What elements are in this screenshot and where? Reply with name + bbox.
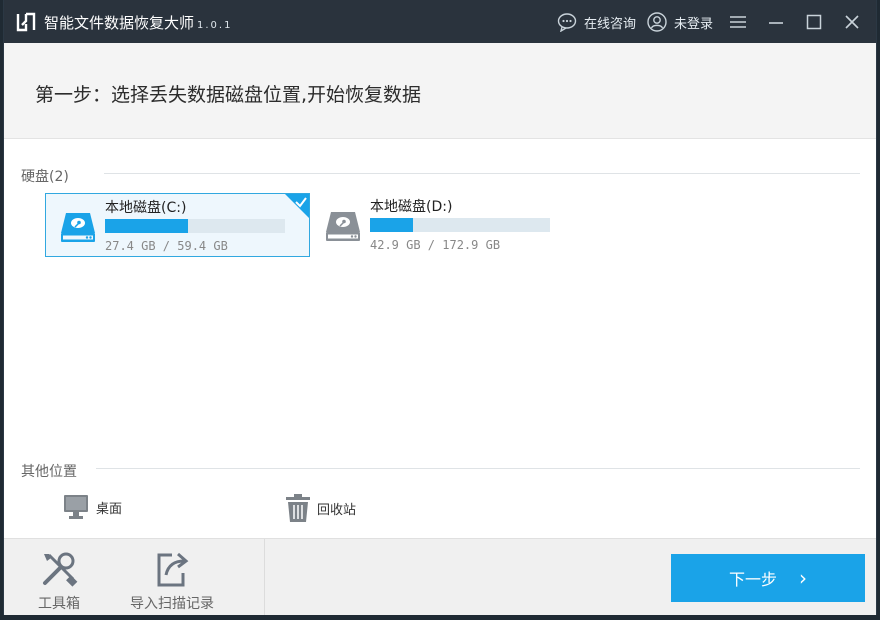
disk-section-label: 硬盘(2) — [21, 169, 69, 185]
chat-icon — [557, 13, 577, 32]
disk-section-divider — [104, 173, 860, 174]
trash-icon — [286, 494, 310, 522]
toolbox-button[interactable]: 工具箱 — [34, 549, 84, 613]
place-label: 桌面 — [96, 501, 123, 517]
online-consult-button[interactable]: 在线咨询 — [557, 12, 636, 32]
selected-check-icon — [285, 194, 309, 218]
disk-item-c[interactable]: 本地磁盘(C:) 27.4 GB / 59.4 GB — [45, 193, 310, 257]
import-icon — [157, 552, 189, 587]
minimize-icon[interactable] — [766, 12, 786, 32]
footer-bar: 工具箱 导入扫描记录 下一步 › — [4, 538, 876, 615]
online-consult-label: 在线咨询 — [584, 16, 637, 32]
toolbox-label: 工具箱 — [38, 596, 80, 612]
app-title: 智能文件数据恢复大师 1.0.1 — [44, 12, 232, 33]
disk-usage-text: 42.9 GB / 172.9 GB — [370, 238, 501, 252]
footer-divider — [264, 539, 265, 615]
other-section-label: 其他位置 — [21, 464, 77, 480]
next-step-button[interactable]: 下一步 › — [671, 554, 865, 602]
disk-usage-bar — [370, 218, 550, 232]
step-title: 第一步：选择丢失数据磁盘位置,开始恢复数据 — [35, 84, 422, 106]
place-label: 回收站 — [317, 502, 357, 518]
disk-name: 本地磁盘(C:) — [105, 200, 187, 216]
next-step-label: 下一步 — [728, 570, 777, 589]
hard-disk-icon — [61, 213, 95, 242]
user-icon — [647, 12, 667, 32]
monitor-icon — [64, 495, 88, 519]
tools-icon — [43, 552, 78, 587]
disk-usage-fill — [105, 219, 188, 233]
other-section-divider — [96, 468, 860, 469]
login-label: 未登录 — [674, 16, 714, 32]
app-window: 智能文件数据恢复大师 1.0.1 在线咨询 未登录 第一步：选择丢失数据磁盘位置… — [4, 0, 876, 615]
chevron-right-icon: › — [799, 566, 807, 590]
disk-usage-text: 27.4 GB / 59.4 GB — [105, 239, 228, 253]
title-bar: 智能文件数据恢复大师 1.0.1 在线咨询 未登录 — [4, 0, 876, 43]
disk-name: 本地磁盘(D:) — [370, 199, 453, 215]
step-header: 第一步：选择丢失数据磁盘位置,开始恢复数据 — [4, 43, 876, 139]
import-scan-record-button[interactable]: 导入扫描记录 — [122, 549, 222, 613]
hard-disk-icon — [326, 212, 360, 241]
close-icon[interactable] — [842, 12, 862, 32]
app-version: 1.0.1 — [197, 20, 233, 31]
disk-usage-bar — [105, 219, 285, 233]
place-recycle-bin[interactable]: 回收站 — [285, 493, 356, 523]
import-label: 导入扫描记录 — [130, 596, 214, 612]
place-desktop[interactable]: 桌面 — [63, 493, 122, 521]
maximize-icon[interactable] — [804, 12, 824, 32]
logo-icon — [16, 12, 36, 32]
app-name: 智能文件数据恢复大师 — [44, 14, 195, 32]
menu-icon[interactable] — [728, 12, 748, 32]
login-button[interactable]: 未登录 — [647, 12, 713, 32]
disk-item-d[interactable]: 本地磁盘(D:) 42.9 GB / 172.9 GB — [311, 193, 576, 257]
disk-usage-fill — [370, 218, 414, 232]
